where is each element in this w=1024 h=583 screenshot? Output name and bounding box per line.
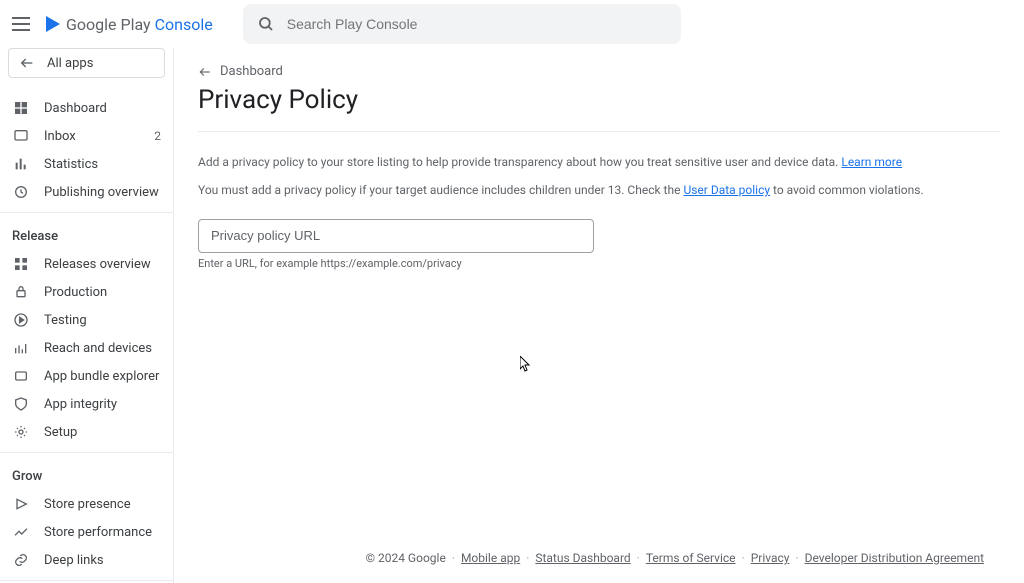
section-title-release: Release <box>0 219 173 250</box>
all-apps-label: All apps <box>47 56 93 71</box>
sidebar-item-store-performance[interactable]: Store performance <box>0 518 173 546</box>
nav-label: Statistics <box>44 157 161 172</box>
sidebar-item-statistics[interactable]: Statistics <box>0 150 173 178</box>
sidebar-item-dashboard[interactable]: Dashboard <box>0 94 173 122</box>
breadcrumb[interactable]: Dashboard <box>198 64 1000 79</box>
publishing-icon <box>12 183 30 201</box>
performance-icon <box>12 523 30 541</box>
statistics-icon <box>12 155 30 173</box>
section-title-grow: Grow <box>0 459 173 490</box>
divider <box>198 131 1000 132</box>
all-apps-button[interactable]: All apps <box>8 48 165 78</box>
sidebar-item-publishing-overview[interactable]: Publishing overview <box>0 178 173 206</box>
description-2: You must add a privacy policy if your ta… <box>198 180 1000 200</box>
footer-link-mobile-app[interactable]: Mobile app <box>461 551 520 565</box>
sidebar-item-app-integrity[interactable]: App integrity <box>0 390 173 418</box>
description-1: Add a privacy policy to your store listi… <box>198 152 1000 172</box>
cursor-icon <box>520 356 532 376</box>
inbox-icon <box>12 127 30 145</box>
footer-link-status-dashboard[interactable]: Status Dashboard <box>535 551 630 565</box>
privacy-policy-url-input[interactable] <box>198 219 594 253</box>
footer-link-terms[interactable]: Terms of Service <box>646 551 736 565</box>
nav-label: Inbox <box>44 129 140 144</box>
breadcrumb-label: Dashboard <box>220 64 283 79</box>
inbox-badge: 2 <box>154 129 161 143</box>
arrow-back-icon <box>19 55 35 71</box>
copyright: © 2024 Google <box>366 551 446 565</box>
user-data-policy-link[interactable]: User Data policy <box>683 183 770 197</box>
footer-link-dda[interactable]: Developer Distribution Agreement <box>805 551 984 565</box>
main-content: Dashboard Privacy Policy Add a privacy p… <box>174 48 1024 583</box>
search-box[interactable] <box>243 4 681 44</box>
sidebar-item-production[interactable]: Production <box>0 278 173 306</box>
sidebar-item-app-bundle[interactable]: App bundle explorer <box>0 362 173 390</box>
page-title: Privacy Policy <box>198 85 1000 115</box>
nav-label: App integrity <box>44 397 161 412</box>
sidebar-item-store-presence[interactable]: Store presence <box>0 490 173 518</box>
footer-link-privacy[interactable]: Privacy <box>751 551 790 565</box>
play-icon <box>46 16 60 32</box>
nav-label: Production <box>44 285 161 300</box>
sidebar-item-reach-devices[interactable]: Reach and devices <box>0 334 173 362</box>
nav-label: Store performance <box>44 525 161 540</box>
link-icon <box>12 551 30 569</box>
dashboard-icon <box>12 99 30 117</box>
production-icon <box>12 283 30 301</box>
shield-icon <box>12 395 30 413</box>
store-icon <box>12 495 30 513</box>
nav-label: Deep links <box>44 553 161 568</box>
bundle-icon <box>12 367 30 385</box>
nav-label: Releases overview <box>44 257 161 272</box>
nav-label: Testing <box>44 313 161 328</box>
reach-icon <box>12 339 30 357</box>
nav-label: Store presence <box>44 497 161 512</box>
menu-icon[interactable] <box>12 12 36 36</box>
testing-icon <box>12 311 30 329</box>
nav-label: Reach and devices <box>44 341 161 356</box>
input-helper-text: Enter a URL, for example https://example… <box>198 257 594 270</box>
footer: © 2024 Google · Mobile app · Status Dash… <box>366 551 984 565</box>
sidebar-item-inbox[interactable]: Inbox 2 <box>0 122 173 150</box>
arrow-back-icon <box>198 65 212 79</box>
nav-label: Setup <box>44 425 161 440</box>
play-console-logo[interactable]: Google Play Console <box>46 15 213 34</box>
nav-label: Dashboard <box>44 101 161 116</box>
search-input[interactable] <box>287 16 667 32</box>
learn-more-link[interactable]: Learn more <box>841 155 902 169</box>
gear-icon <box>12 423 30 441</box>
logo-text: Google Play Console <box>66 15 213 34</box>
releases-icon <box>12 255 30 273</box>
sidebar-item-testing[interactable]: Testing <box>0 306 173 334</box>
search-icon <box>257 15 275 33</box>
sidebar: All apps Dashboard Inbox 2 Statistics Pu… <box>0 48 174 583</box>
sidebar-item-releases-overview[interactable]: Releases overview <box>0 250 173 278</box>
nav-label: App bundle explorer <box>44 369 161 384</box>
nav-label: Publishing overview <box>44 185 161 200</box>
sidebar-item-setup[interactable]: Setup <box>0 418 173 446</box>
sidebar-item-deep-links[interactable]: Deep links <box>0 546 173 574</box>
